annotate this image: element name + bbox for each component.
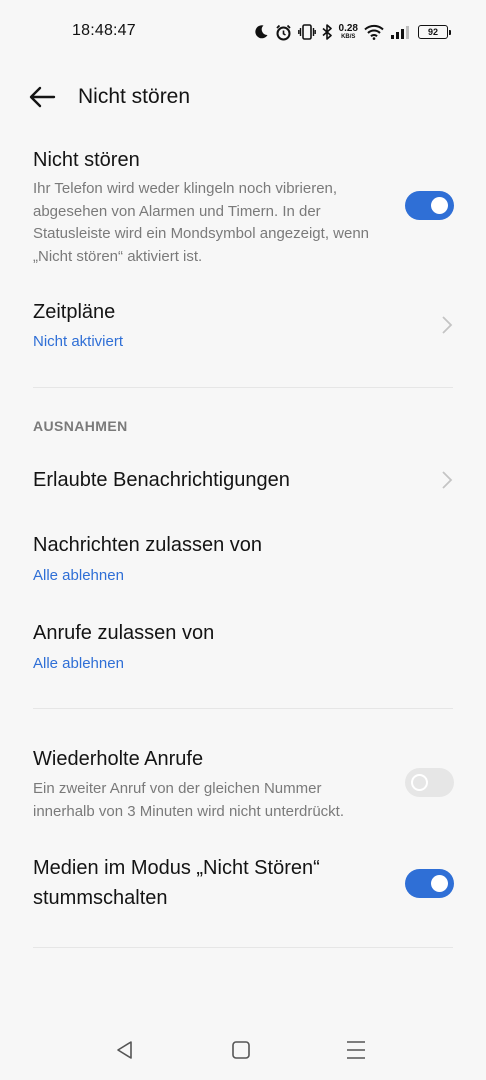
dnd-title: Nicht stören [33,149,140,171]
allowed-notifications-row[interactable]: Erlaubte Benachrichtigungen [0,462,486,502]
schedules-value: Nicht aktiviert [33,333,124,350]
dnd-toggle[interactable] [405,191,454,220]
calls-value: Alle ablehnen [33,655,124,672]
app-bar: Nicht stören [0,72,486,122]
messages-value: Alle ablehnen [33,567,124,584]
calls-title: Anrufe zulassen von [33,622,215,644]
mute-media-row[interactable]: Medien im Modus „Nicht Stören“ stummscha… [0,853,486,923]
back-arrow-icon[interactable] [28,84,56,110]
nav-home-icon[interactable] [229,1038,253,1062]
status-icons: 0.28 KB/S 92 [253,20,451,44]
allowed-notifications-title: Erlaubte Benachrichtigungen [33,469,290,491]
dnd-description: Ihr Telefon wird weder klingeln noch vib… [33,180,370,265]
repeated-calls-toggle[interactable] [405,768,454,797]
divider [33,387,453,388]
mute-media-title-line1: Medien im Modus „Nicht Stören“ [33,857,320,879]
mute-media-toggle[interactable] [405,869,454,898]
repeated-calls-description: Ein zweiter Anruf von der gleichen Numme… [33,780,345,820]
navigation-bar [0,1030,486,1070]
status-bar: 18:48:47 0.28 KB/S 92 [0,0,486,64]
status-time: 18:48:47 [72,22,136,39]
page-title: Nicht stören [78,85,191,108]
signal-icon [391,26,409,39]
vibrate-icon [297,24,316,40]
battery-icon: 92 [418,25,451,39]
schedules-row[interactable]: Zeitpläne Nicht aktiviert [0,295,486,365]
messages-title: Nachrichten zulassen von [33,534,263,556]
wifi-icon [364,24,384,40]
dnd-toggle-row[interactable]: Nicht stören Ihr Telefon wird weder klin… [0,140,486,270]
repeated-calls-title: Wiederholte Anrufe [33,748,204,770]
bluetooth-icon [322,24,332,40]
exceptions-section-header: AUSNAHMEN [33,418,128,434]
divider [33,708,453,709]
repeated-calls-row[interactable]: Wiederholte Anrufe Ein zweiter Anruf von… [0,742,486,827]
chevron-right-icon [442,316,453,334]
calls-row[interactable]: Anrufe zulassen von Alle ablehnen [0,618,486,680]
moon-icon [254,25,268,39]
nav-menu-icon[interactable] [344,1038,368,1062]
schedules-title: Zeitpläne [33,301,116,323]
network-speed: 0.28 KB/S [338,23,358,41]
nav-back-icon[interactable] [113,1038,137,1062]
divider [33,947,453,948]
chevron-right-icon [442,471,453,489]
alarm-icon [275,24,291,40]
mute-media-title-line2: stummschalten [33,887,168,909]
messages-row[interactable]: Nachrichten zulassen von Alle ablehnen [0,530,486,592]
